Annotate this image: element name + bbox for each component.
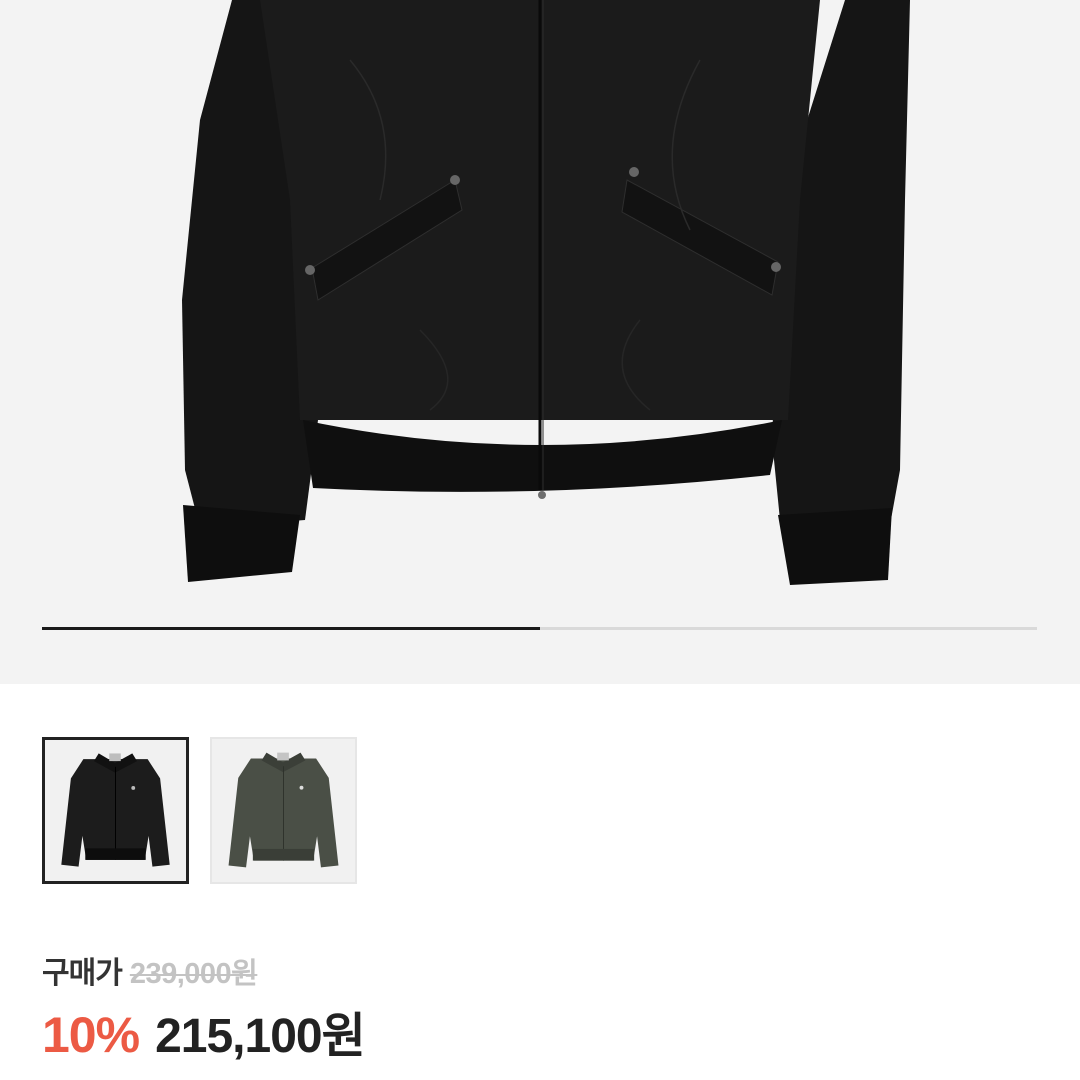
gallery-progress-fill (42, 627, 540, 630)
purchase-price-label: 구매가 (42, 957, 123, 990)
original-price: 239,000원 (129, 958, 258, 990)
gallery-progress-track (42, 627, 1037, 630)
final-price: 215,100원 (155, 1010, 366, 1063)
product-image-gallery[interactable] (0, 0, 1080, 684)
price-block: 구매가 239,000원 10% 215,100원 (42, 948, 366, 1066)
jacket-thumbnail-image (61, 753, 170, 867)
product-main-image (182, 0, 910, 585)
jacket-thumbnail-image (228, 752, 339, 868)
color-thumbnails (42, 737, 357, 884)
thumbnail-black[interactable] (42, 737, 189, 884)
thumbnail-olive[interactable] (210, 737, 357, 884)
discount-rate: 10% (42, 1007, 140, 1063)
